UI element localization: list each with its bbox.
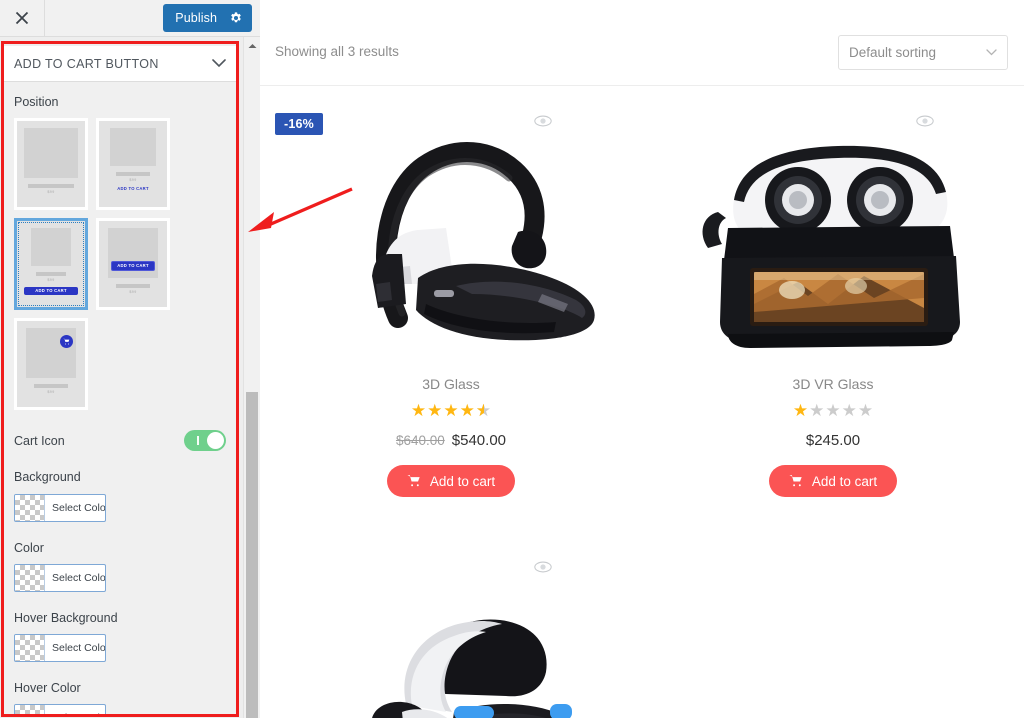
publish-button[interactable]: Publish <box>163 4 252 32</box>
product-card[interactable] <box>260 532 642 718</box>
gear-icon[interactable] <box>229 11 243 25</box>
select-color-label: Select Color <box>52 571 106 584</box>
section-body: Position $99 $99 ADD TO CART $99 ADD TO … <box>4 82 236 716</box>
cart-icon-field-label: Cart Icon <box>14 433 65 448</box>
star-half: ★ <box>476 402 491 419</box>
star-filled: ★ <box>459 401 475 420</box>
position-option-image-title-price[interactable]: $99 <box>14 118 88 211</box>
thumb-image <box>24 128 78 179</box>
product-rating: ★ ★ ★ ★ ★ <box>411 402 491 419</box>
section-header-add-to-cart-button[interactable]: ADD TO CART BUTTON <box>4 46 236 82</box>
customizer-topbar: Publish <box>0 0 260 37</box>
cart-icon-toggle[interactable] <box>184 430 226 452</box>
color-field-label: Color <box>14 540 44 555</box>
product-image-open-vr-headset-with-phone[interactable] <box>683 104 983 362</box>
background-field-label: Background <box>14 470 81 485</box>
scrollbar-thumb[interactable] <box>246 392 258 718</box>
hover-color-field-label: Hover Color <box>14 681 81 695</box>
close-icon[interactable] <box>0 0 45 36</box>
scroll-up-arrow-icon[interactable] <box>244 37 260 54</box>
star-filled: ★ <box>427 401 443 420</box>
customizer-panel: Publish ADD TO CART BUTTON Position $99 <box>0 0 260 718</box>
product-price: $245.00 <box>806 432 860 449</box>
star-empty: ★ <box>841 401 857 420</box>
select-color-label: Select Color <box>52 501 106 514</box>
thumb-price: $99 <box>47 390 55 395</box>
toggle-knob <box>207 432 224 450</box>
color-swatch <box>15 705 45 716</box>
add-to-cart-label: Add to cart <box>429 473 496 489</box>
eye-icon[interactable] <box>534 558 552 576</box>
add-to-cart-button[interactable]: Add to cart <box>386 465 516 497</box>
position-option-add-to-cart-text[interactable]: $99 ADD TO CART <box>96 118 170 211</box>
position-options: $99 $99 ADD TO CART $99 ADD TO CART ADD … <box>14 118 226 411</box>
star-filled: ★ <box>443 401 459 420</box>
position-option-button-over-image[interactable]: ADD TO CART $99 <box>96 218 170 311</box>
thumb-image <box>110 128 156 167</box>
hover-background-field-label: Hover Background <box>14 610 118 625</box>
background-color-picker[interactable]: Select Color <box>14 493 106 522</box>
position-field-label: Position <box>14 95 59 109</box>
shopping-cart-icon <box>789 475 802 487</box>
product-regular-price: $640.00 <box>395 433 445 448</box>
product-title[interactable]: 3D VR Glass <box>793 376 874 392</box>
product-sale-price: $540.00 <box>451 432 507 449</box>
section-title: ADD TO CART BUTTON <box>14 56 159 71</box>
thumb-price: $99 <box>47 278 55 283</box>
thumb-title-bar <box>36 272 66 277</box>
sorting-select-value: Default sorting <box>849 45 937 60</box>
select-color-label: Select Color <box>52 642 106 654</box>
product-card[interactable]: 3D VR Glass ★ ★ ★ ★ ★ $245.00 Add to car… <box>642 86 1024 532</box>
add-to-cart-button[interactable]: Add to cart <box>768 465 898 497</box>
star-empty: ★ <box>825 401 841 420</box>
thumb-add-to-cart-text: ADD TO CART <box>117 185 149 191</box>
sale-badge: -16% <box>275 113 323 135</box>
eye-icon[interactable] <box>916 112 934 130</box>
thumb-title-bar <box>28 184 74 189</box>
color-swatch <box>15 564 45 591</box>
shopping-cart-icon <box>407 475 420 487</box>
shop-preview: Showing all 3 results Default sorting -1… <box>260 0 1024 718</box>
chevron-down-icon <box>986 49 997 56</box>
thumb-add-to-cart-overlay: ADD TO CART <box>111 261 155 272</box>
thumb-title-bar <box>116 284 150 289</box>
product-grid: -16% 3D Glass ★ ★ ★ ★ ★ ★ $640.00 $540.0… <box>260 86 1024 718</box>
sorting-select[interactable]: Default sorting <box>838 35 1008 70</box>
thumb-image <box>31 228 71 267</box>
chevron-down-icon[interactable] <box>212 59 226 68</box>
add-to-cart-label: Add to cart <box>811 473 878 489</box>
cart-icon-setting-row: Cart Icon <box>14 430 226 452</box>
color-swatch <box>15 635 45 661</box>
position-option-add-to-cart-button[interactable]: $99 ADD TO CART <box>14 218 88 311</box>
select-color-label: Select Color <box>45 712 105 716</box>
product-rating: ★ ★ ★ ★ ★ <box>793 402 873 419</box>
position-option-cart-icon-over-image[interactable]: $99 <box>14 318 88 411</box>
thumb-price: $99 <box>129 290 137 295</box>
product-title[interactable]: 3D Glass <box>422 376 480 392</box>
star-empty: ★ <box>857 401 874 420</box>
product-image-white-black-blue-psvr-headset[interactable] <box>301 550 601 718</box>
thumb-price: $99 <box>47 190 55 195</box>
product-card[interactable]: -16% 3D Glass ★ ★ ★ ★ ★ ★ $640.00 $540.0… <box>260 86 642 532</box>
star-filled: ★ <box>792 401 809 420</box>
thumb-price: $99 <box>129 178 137 183</box>
product-image-black-white-vr-headset[interactable] <box>301 104 601 362</box>
color-swatch <box>15 494 45 521</box>
eye-icon[interactable] <box>534 112 552 130</box>
publish-button-label: Publish <box>175 11 217 25</box>
hover-background-color-picker[interactable]: Select Color <box>14 634 106 662</box>
thumb-title-bar <box>116 172 150 177</box>
product-sale-price: $245.00 <box>805 432 861 449</box>
product-price: $640.00 $540.00 <box>396 432 506 449</box>
shop-toolbar: Showing all 3 results Default sorting <box>260 0 1024 86</box>
star-filled: ★ <box>410 401 427 420</box>
hover-color-picker[interactable]: Select Color <box>14 704 106 716</box>
color-picker[interactable]: Select Color <box>14 563 106 592</box>
toggle-on-mark <box>197 436 199 446</box>
result-count: Showing all 3 results <box>275 44 399 59</box>
thumb-title-bar <box>34 384 68 389</box>
customizer-scrollbar[interactable] <box>243 37 260 718</box>
thumb-add-to-cart-button: ADD TO CART <box>24 286 78 296</box>
star-empty: ★ <box>809 401 825 420</box>
